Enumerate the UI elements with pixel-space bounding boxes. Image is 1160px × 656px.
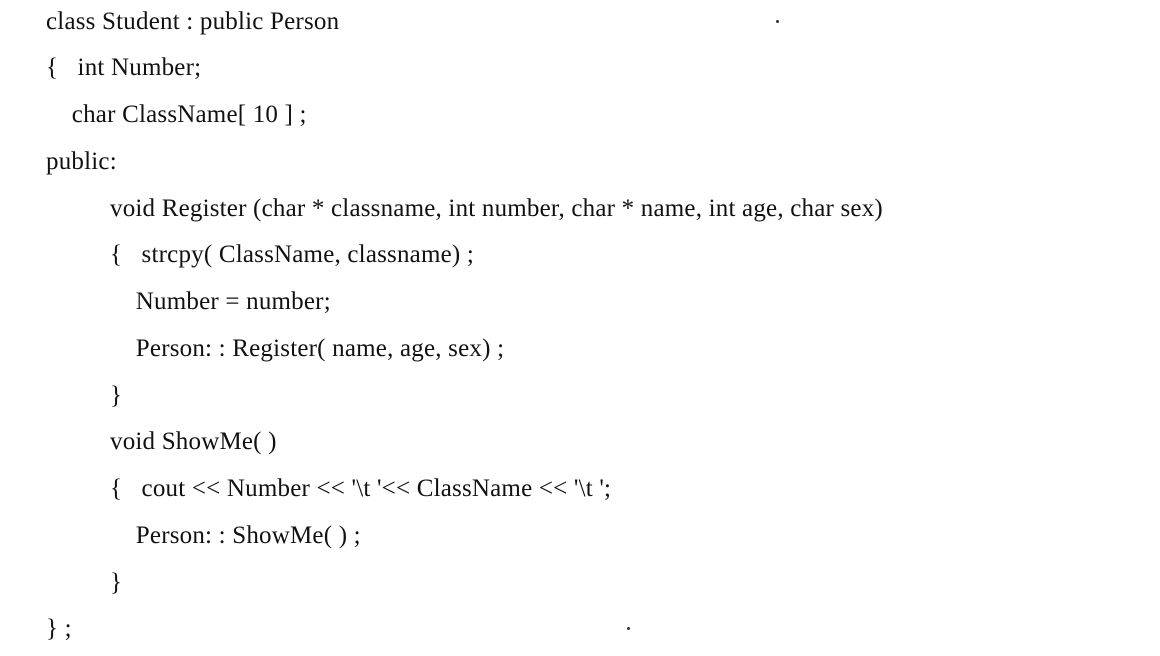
code-line-3: char ClassName[ 10 ] ; xyxy=(46,101,307,128)
code-line-1: class Student : public Person xyxy=(46,8,340,35)
scan-speck xyxy=(776,20,779,23)
code-line-9: } xyxy=(110,382,123,409)
code-line-7: Number = number; xyxy=(110,288,331,315)
code-line-10: void ShowMe( ) xyxy=(110,428,277,455)
code-line-13: } xyxy=(110,569,123,596)
code-line-12: Person: : ShowMe( ) ; xyxy=(110,522,361,549)
code-line-8: Person: : Register( name, age, sex) ; xyxy=(110,335,505,362)
code-line-4: public: xyxy=(46,148,117,175)
code-line-5: void Register (char * classname, int num… xyxy=(110,195,883,222)
code-line-6: { strcpy( ClassName, classname) ; xyxy=(110,241,475,268)
scan-speck xyxy=(627,627,630,630)
code-line-14: } ; xyxy=(46,615,72,642)
code-line-11: { cout << Number << '\t '<< ClassName <<… xyxy=(110,475,612,502)
code-line-2: { int Number; xyxy=(46,54,202,81)
code-listing: class Student : public Person { int Numb… xyxy=(0,0,1160,656)
